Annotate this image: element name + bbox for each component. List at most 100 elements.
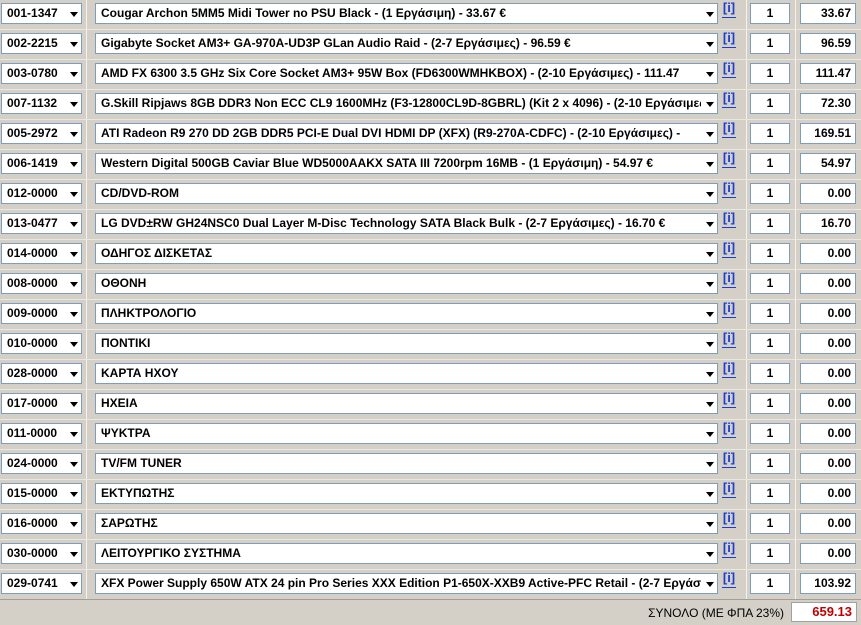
product-select[interactable]: ΗΧΕΙΑ: [95, 393, 718, 414]
quantity-input[interactable]: 1: [750, 483, 790, 504]
quantity-input[interactable]: 1: [750, 153, 790, 174]
price-value: 0.00: [800, 363, 856, 384]
quantity-input[interactable]: 1: [750, 213, 790, 234]
product-select[interactable]: Western Digital 500GB Caviar Blue WD5000…: [95, 153, 718, 174]
product-code-select[interactable]: 015-0000: [1, 483, 82, 504]
info-link[interactable]: [i]: [722, 361, 736, 378]
info-link[interactable]: [i]: [722, 91, 736, 108]
quantity-input[interactable]: 1: [750, 273, 790, 294]
product-code-select[interactable]: 013-0477: [1, 213, 82, 234]
product-select[interactable]: G.Skill Ripjaws 8GB DDR3 Non ECC CL9 160…: [95, 93, 718, 114]
product-code-select[interactable]: 012-0000: [1, 183, 82, 204]
product-select[interactable]: TV/FM TUNER: [95, 453, 718, 474]
quantity-input[interactable]: 1: [750, 513, 790, 534]
product-code-select[interactable]: 005-2972: [1, 123, 82, 144]
product-select[interactable]: ΚΑΡΤΑ ΗΧΟΥ: [95, 363, 718, 384]
info-link[interactable]: [i]: [722, 121, 736, 138]
product-code-select[interactable]: 017-0000: [1, 393, 82, 414]
product-code-select[interactable]: 008-0000: [1, 273, 82, 294]
chevron-down-icon: [70, 372, 78, 377]
quantity-input[interactable]: 1: [750, 363, 790, 384]
product-select[interactable]: ΨΥΚΤΡΑ: [95, 423, 718, 444]
quantity-input[interactable]: 1: [750, 243, 790, 264]
product-select[interactable]: ΟΘΟΝΗ: [95, 273, 718, 294]
product-code-select[interactable]: 011-0000: [1, 423, 82, 444]
quantity-input[interactable]: 1: [750, 303, 790, 324]
description-cell: Western Digital 500GB Caviar Blue WD5000…: [86, 150, 747, 179]
info-link[interactable]: [i]: [722, 1, 736, 18]
product-code-select[interactable]: 009-0000: [1, 303, 82, 324]
info-link[interactable]: [i]: [722, 421, 736, 438]
quantity-input[interactable]: 1: [750, 3, 790, 24]
product-code-select[interactable]: 006-1419: [1, 153, 82, 174]
product-select[interactable]: ΠΛΗΚΤΡΟΛΟΓΙΟ: [95, 303, 718, 324]
info-link[interactable]: [i]: [722, 181, 736, 198]
quantity-input[interactable]: 1: [750, 63, 790, 84]
product-code-value: 024-0000: [7, 456, 58, 470]
price-cell: 0.00: [795, 180, 861, 209]
product-code-select[interactable]: 001-1347: [1, 3, 82, 24]
total-label: ΣΥΝΟΛΟ (ΜΕ ΦΠΑ 23%): [648, 606, 784, 620]
product-select[interactable]: Cougar Archon 5MM5 Midi Tower no PSU Bla…: [95, 3, 718, 24]
product-select[interactable]: CD/DVD-ROM: [95, 183, 718, 204]
quantity-input[interactable]: 1: [750, 93, 790, 114]
product-select[interactable]: ΟΔΗΓΟΣ ΔΙΣΚΕΤΑΣ: [95, 243, 718, 264]
description-cell: ΗΧΕΙΑ [i]: [86, 390, 747, 419]
product-code-select[interactable]: 010-0000: [1, 333, 82, 354]
info-link[interactable]: [i]: [722, 511, 736, 528]
product-description: Gigabyte Socket AM3+ GA-970A-UD3P GLan A…: [101, 36, 571, 50]
quantity-cell: 1: [746, 180, 796, 209]
quantity-input[interactable]: 1: [750, 123, 790, 144]
description-cell: AMD FX 6300 3.5 GHz Six Core Socket AM3+…: [86, 60, 747, 89]
info-link[interactable]: [i]: [722, 271, 736, 288]
chevron-down-icon: [706, 282, 714, 287]
product-code-select[interactable]: 016-0000: [1, 513, 82, 534]
product-description: ΠΛΗΚΤΡΟΛΟΓΙΟ: [101, 306, 197, 320]
code-cell: 014-0000: [0, 240, 87, 269]
product-select[interactable]: AMD FX 6300 3.5 GHz Six Core Socket AM3+…: [95, 63, 718, 84]
table-row: 014-0000 ΟΔΗΓΟΣ ΔΙΣΚΕΤΑΣ [i] 1 0.00: [0, 240, 861, 270]
product-select[interactable]: LG DVD±RW GH24NSC0 Dual Layer M-Disc Tec…: [95, 213, 718, 234]
quantity-input[interactable]: 1: [750, 333, 790, 354]
product-code-select[interactable]: 014-0000: [1, 243, 82, 264]
table-row: 003-0780 AMD FX 6300 3.5 GHz Six Core So…: [0, 60, 861, 90]
info-link[interactable]: [i]: [722, 31, 736, 48]
product-code-select[interactable]: 030-0000: [1, 543, 82, 564]
info-link[interactable]: [i]: [722, 331, 736, 348]
product-select[interactable]: Gigabyte Socket AM3+ GA-970A-UD3P GLan A…: [95, 33, 718, 54]
product-code-select[interactable]: 003-0780: [1, 63, 82, 84]
quantity-input[interactable]: 1: [750, 423, 790, 444]
info-link[interactable]: [i]: [722, 151, 736, 168]
product-select[interactable]: ΠΟΝΤΙΚΙ: [95, 333, 718, 354]
quantity-input[interactable]: 1: [750, 393, 790, 414]
product-select[interactable]: ΕΚΤΥΠΩΤΗΣ: [95, 483, 718, 504]
info-link[interactable]: [i]: [722, 211, 736, 228]
product-select[interactable]: ΣΑΡΩΤΗΣ: [95, 513, 718, 534]
quantity-input[interactable]: 1: [750, 543, 790, 564]
product-code-select[interactable]: 024-0000: [1, 453, 82, 474]
description-cell: Cougar Archon 5MM5 Midi Tower no PSU Bla…: [86, 0, 747, 29]
product-description: Cougar Archon 5MM5 Midi Tower no PSU Bla…: [101, 6, 507, 20]
quantity-input[interactable]: 1: [750, 183, 790, 204]
quantity-cell: 1: [746, 150, 796, 179]
product-code-select[interactable]: 002-2215: [1, 33, 82, 54]
quantity-input[interactable]: 1: [750, 453, 790, 474]
info-link[interactable]: [i]: [722, 61, 736, 78]
info-link[interactable]: [i]: [722, 241, 736, 258]
info-link[interactable]: [i]: [722, 541, 736, 558]
product-select[interactable]: ΛΕΙΤΟΥΡΓΙΚΟ ΣΥΣΤΗΜΑ: [95, 543, 718, 564]
info-link[interactable]: [i]: [722, 481, 736, 498]
info-link[interactable]: [i]: [722, 451, 736, 468]
quantity-input[interactable]: 1: [750, 33, 790, 54]
chevron-down-icon: [70, 342, 78, 347]
price-cell: 0.00: [795, 450, 861, 479]
product-code-select[interactable]: 028-0000: [1, 363, 82, 384]
chevron-down-icon: [70, 552, 78, 557]
info-link[interactable]: [i]: [722, 301, 736, 318]
chevron-down-icon: [70, 252, 78, 257]
price-cell: 0.00: [795, 300, 861, 329]
product-code-select[interactable]: 007-1132: [1, 93, 82, 114]
info-link[interactable]: [i]: [722, 391, 736, 408]
product-select[interactable]: ATI Radeon R9 270 DD 2GB DDR5 PCI-E Dual…: [95, 123, 718, 144]
code-cell: 005-2972: [0, 120, 87, 149]
